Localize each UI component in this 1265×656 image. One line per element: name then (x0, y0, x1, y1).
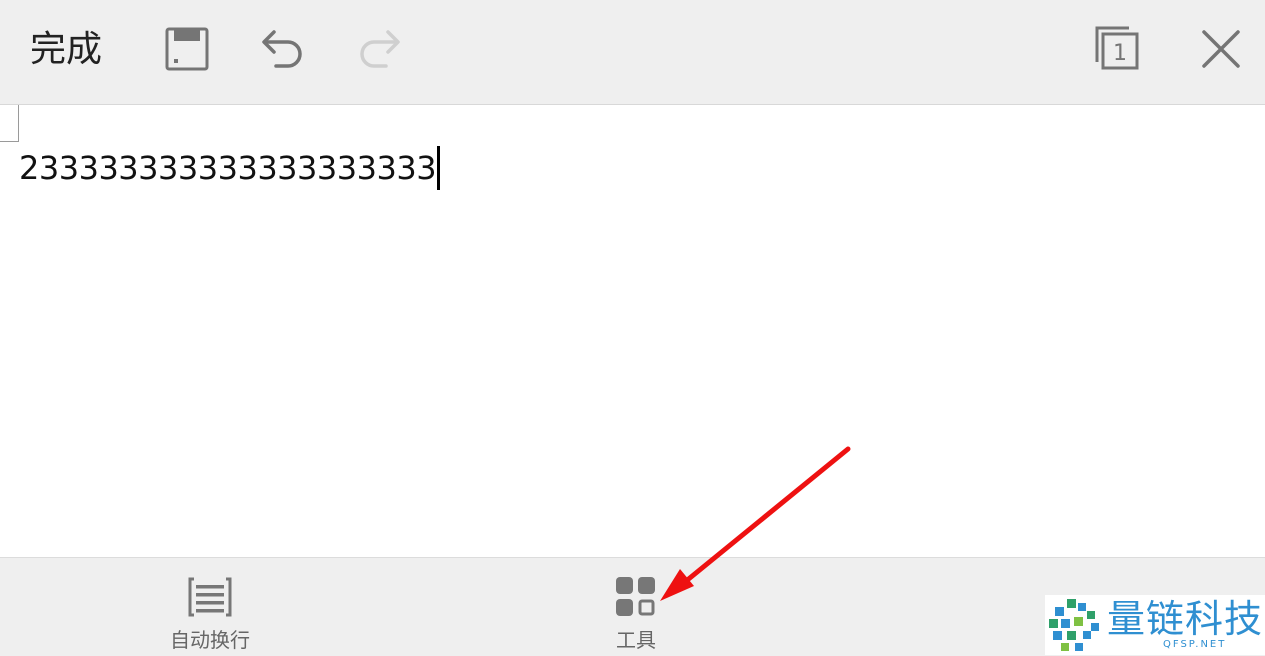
wrap-lines-icon (188, 577, 232, 617)
page-number: 1 (1113, 41, 1127, 66)
watermark-logo: 量链科技 QFSP.NET (1045, 595, 1265, 655)
word-wrap-label: 自动换行 (170, 628, 250, 652)
watermark-subtitle: QFSP.NET (1163, 639, 1227, 650)
grid-tools-icon (616, 577, 655, 616)
editor-line[interactable]: 233333333333333333333 (19, 146, 441, 190)
close-icon[interactable] (1199, 27, 1243, 75)
tools-label: 工具 (616, 628, 656, 652)
logo-icon (1049, 599, 1099, 651)
top-toolbar: 完成 1 (0, 0, 1265, 105)
watermark-title: 量链科技 (1107, 597, 1264, 641)
done-button[interactable]: 完成 (30, 26, 102, 74)
text-editor[interactable]: 233333333333333333333 (0, 105, 1265, 557)
tools-button[interactable]: 工具 (566, 558, 706, 656)
page-count-icon[interactable]: 1 (1093, 24, 1143, 78)
text-cursor (437, 146, 441, 190)
word-wrap-button[interactable]: 自动换行 (140, 558, 280, 656)
undo-icon[interactable] (258, 26, 308, 76)
save-icon[interactable] (163, 25, 211, 77)
editor-text[interactable]: 233333333333333333333 (19, 149, 437, 187)
redo-icon[interactable] (354, 26, 404, 76)
page-corner-marker (0, 105, 19, 142)
